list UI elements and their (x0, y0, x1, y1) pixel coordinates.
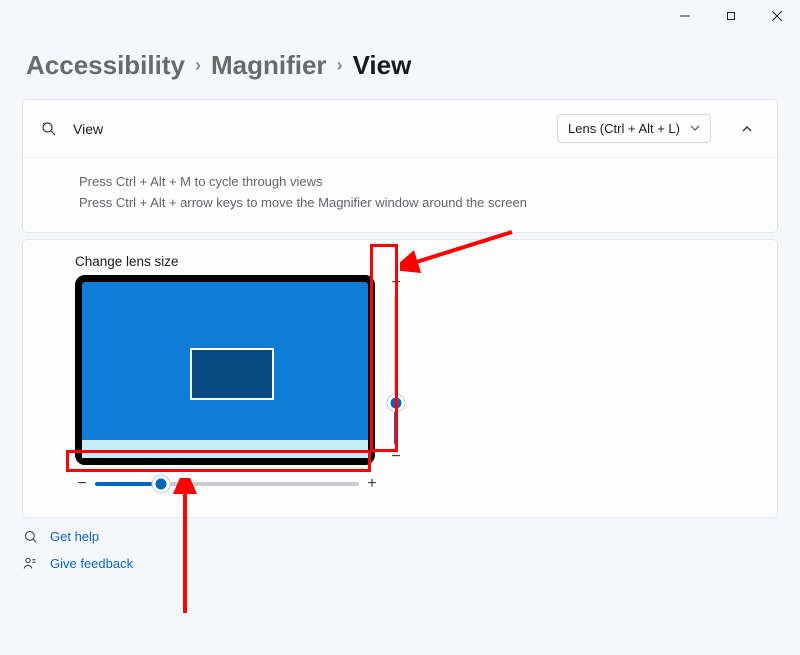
close-button[interactable] (754, 0, 800, 32)
lens-rectangle (190, 348, 274, 400)
dropdown-value: Lens (Ctrl + Alt + L) (568, 121, 680, 136)
chevron-down-icon (690, 121, 700, 136)
view-card-title: View (73, 121, 543, 137)
vertical-slider-thumb[interactable] (388, 394, 405, 411)
window-controls (662, 0, 800, 32)
monitor-preview (75, 275, 375, 465)
feedback-icon (22, 556, 38, 571)
view-card-body: Press Ctrl + Alt + M to cycle through vi… (23, 157, 777, 232)
lens-width-slider[interactable] (95, 482, 359, 486)
lens-width-slider-row: − + (39, 475, 379, 493)
lens-size-title: Change lens size (39, 254, 761, 269)
maximize-button[interactable] (708, 0, 754, 32)
help-icon (22, 529, 38, 544)
minus-icon[interactable]: − (383, 449, 409, 465)
breadcrumb-magnifier[interactable]: Magnifier (211, 50, 327, 81)
help-link-label: Get help (50, 529, 99, 544)
lens-preview-area: + − (39, 275, 761, 465)
horizontal-slider-thumb[interactable] (153, 475, 170, 492)
lens-size-card: Change lens size + − − + (22, 239, 778, 518)
feedback-link-label: Give feedback (50, 556, 133, 571)
monitor-screen (75, 275, 375, 465)
horizontal-slider-fill (95, 482, 161, 486)
give-feedback-link[interactable]: Give feedback (22, 556, 133, 571)
plus-icon[interactable]: + (383, 275, 409, 291)
plus-icon[interactable]: + (365, 475, 379, 493)
collapse-button[interactable] (733, 115, 761, 143)
view-card-header: View Lens (Ctrl + Alt + L) (23, 100, 777, 157)
chevron-right-icon: › (195, 55, 201, 76)
breadcrumb-view: View (353, 50, 412, 81)
vertical-slider-track[interactable] (394, 295, 398, 445)
minus-icon[interactable]: − (75, 475, 89, 493)
bottom-links: Get help Give feedback (22, 529, 133, 571)
tip-text-2: Press Ctrl + Alt + arrow keys to move th… (79, 193, 761, 214)
breadcrumb-accessibility[interactable]: Accessibility (26, 50, 185, 81)
view-settings-card: View Lens (Ctrl + Alt + L) Press Ctrl + … (22, 99, 778, 233)
minimize-button[interactable] (662, 0, 708, 32)
tip-text-1: Press Ctrl + Alt + M to cycle through vi… (79, 172, 761, 193)
view-mode-dropdown[interactable]: Lens (Ctrl + Alt + L) (557, 114, 711, 143)
chevron-right-icon: › (337, 55, 343, 76)
view-icon (39, 119, 59, 139)
lens-height-slider[interactable]: + − (383, 275, 409, 465)
get-help-link[interactable]: Get help (22, 529, 133, 544)
monitor-taskbar (82, 440, 368, 458)
